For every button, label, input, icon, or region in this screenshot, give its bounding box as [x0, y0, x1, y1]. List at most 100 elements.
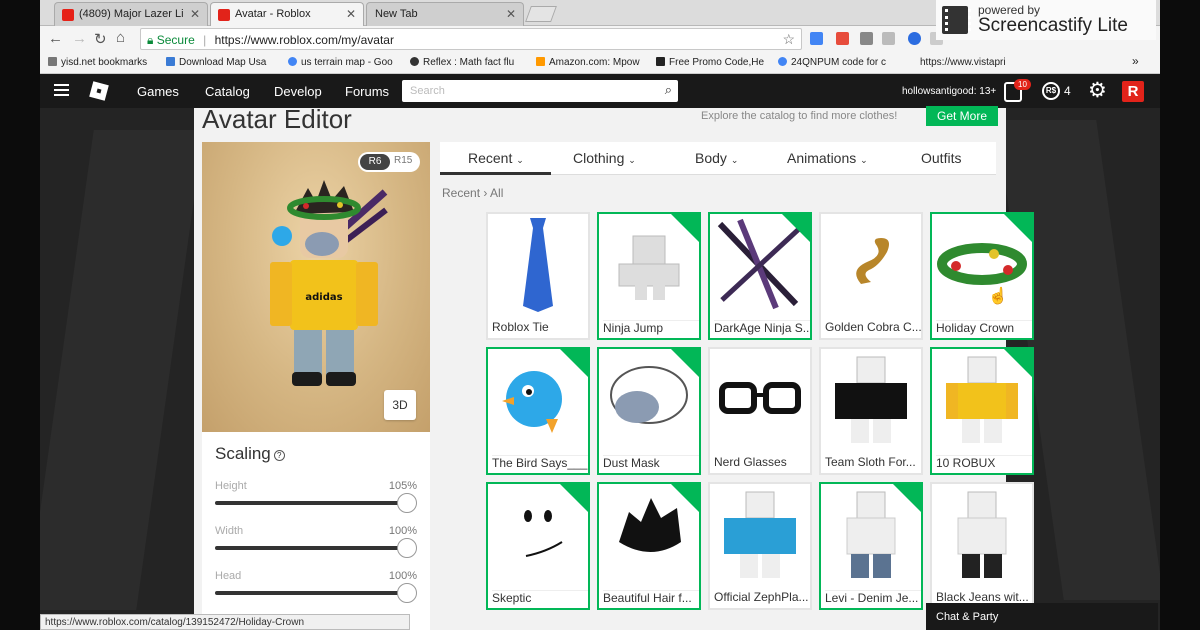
tab-roblox-avatar[interactable]: Avatar - Roblox ✕: [210, 2, 364, 26]
bookmark-link[interactable]: https://www.vistapri: [920, 57, 1032, 68]
get-more-button[interactable]: Get More: [926, 106, 998, 126]
catalog-tabs: Recent ⌄ Clothing ⌄ Body ⌄ Animations ⌄ …: [440, 142, 996, 175]
avatar-right-shoe: [326, 372, 356, 386]
messages-badge: 10: [1014, 79, 1031, 90]
item-card[interactable]: Nerd Glasses: [708, 347, 812, 475]
bookmark-link[interactable]: Amazon.com: Mpow: [536, 57, 646, 68]
reload-icon[interactable]: ↻: [94, 30, 107, 48]
item-card[interactable]: Levi - Denim Je...: [819, 482, 923, 610]
tab-title: (4809) Major Lazer Li: [79, 8, 184, 20]
view-3d-button[interactable]: 3D: [384, 390, 416, 420]
chevron-down-icon: ⌄: [516, 155, 524, 165]
nav-games[interactable]: Games: [137, 84, 179, 99]
back-arrow-icon[interactable]: ←: [48, 30, 63, 47]
bookmark-link[interactable]: Reflex : Math fact flu: [410, 57, 522, 68]
item-card[interactable]: Roblox Tie: [486, 212, 590, 340]
help-icon[interactable]: ?: [273, 450, 285, 461]
search-icon[interactable]: ⌕: [665, 82, 672, 98]
bookmark-link[interactable]: Free Promo Code,He: [656, 57, 768, 68]
item-card[interactable]: Ninja Jump: [597, 212, 701, 340]
separator: |: [203, 33, 207, 47]
tab-outfits[interactable]: Outfits: [921, 150, 961, 166]
bookmarks-overflow[interactable]: »: [1132, 54, 1139, 68]
close-icon[interactable]: ✕: [190, 7, 200, 21]
username[interactable]: hollowsantigood: 13+: [902, 86, 996, 97]
tab-youtube[interactable]: (4809) Major Lazer Li ✕: [54, 2, 208, 26]
slider-handle[interactable]: [397, 583, 417, 603]
bookmark-folder[interactable]: yisd.net bookmarks: [48, 57, 160, 68]
robux-icon[interactable]: R$: [1042, 82, 1060, 100]
item-card[interactable]: Holiday Crown: [930, 212, 1034, 340]
slider-handle[interactable]: [397, 538, 417, 558]
item-thumbnail: [710, 484, 810, 584]
chat-party-bar[interactable]: Chat & Party: [926, 603, 1158, 630]
avatar-editor-page: Avatar Editor Explore the catalog to fin…: [194, 104, 1034, 630]
tab-new-tab[interactable]: New Tab ✕: [366, 2, 524, 26]
height-slider[interactable]: Height 105%: [215, 480, 417, 520]
shirt-logo: adidas: [305, 292, 342, 303]
width-slider[interactable]: Width 100%: [215, 525, 417, 565]
cast-extension-icon[interactable]: [860, 32, 873, 45]
avatar-figure: adidas: [270, 180, 388, 386]
item-card[interactable]: Black Jeans wit...: [930, 482, 1034, 610]
nav-forums[interactable]: Forums: [345, 84, 389, 99]
bookmark-link[interactable]: 24QNPUM code for c: [778, 57, 888, 68]
slider-track[interactable]: [215, 501, 405, 505]
chevron-down-icon: ⌄: [860, 155, 868, 165]
slider-track[interactable]: [215, 591, 405, 595]
chevron-down-icon: ⌄: [628, 155, 636, 165]
menu-icon[interactable]: [54, 84, 69, 96]
home-icon[interactable]: ⌂: [116, 29, 125, 46]
item-name: 10 ROBUX: [936, 455, 1032, 470]
tab-animations[interactable]: Animations ⌄: [787, 150, 868, 166]
item-card[interactable]: Beautiful Hair f...: [597, 482, 701, 610]
url-field[interactable]: 🔒︎ Secure | https://www.roblox.com/my/av…: [140, 28, 802, 50]
search-input[interactable]: Search ⌕: [402, 80, 678, 102]
item-card[interactable]: Dust Mask: [597, 347, 701, 475]
translate-extension-icon[interactable]: [810, 32, 823, 45]
close-icon[interactable]: ✕: [346, 7, 356, 21]
builders-club-icon[interactable]: R: [1122, 81, 1144, 102]
item-thumbnail: [599, 484, 699, 584]
new-tab-button[interactable]: [525, 6, 557, 22]
item-card[interactable]: The Bird Says___: [486, 347, 590, 475]
roblox-logo-icon[interactable]: [89, 81, 109, 101]
avatar-left-arm: [270, 262, 292, 326]
rig-toggle[interactable]: R6 R15: [358, 152, 420, 172]
tab-clothing[interactable]: Clothing ⌄: [573, 150, 636, 166]
breadcrumb-recent[interactable]: Recent: [442, 186, 480, 200]
coupon-extension-icon[interactable]: [836, 32, 849, 45]
item-name: Dust Mask: [603, 455, 699, 470]
item-card[interactable]: DarkAge Ninja S...: [708, 212, 812, 340]
item-name: The Bird Says___: [492, 455, 588, 470]
slider-handle[interactable]: [397, 493, 417, 513]
close-icon[interactable]: ✕: [506, 7, 516, 21]
tab-body[interactable]: Body ⌄: [695, 150, 738, 166]
promo-text: Explore the catalog to find more clothes…: [701, 110, 898, 122]
nav-catalog[interactable]: Catalog: [205, 84, 250, 99]
rig-r6-option[interactable]: R6: [360, 154, 390, 170]
dust-mask: [305, 232, 339, 256]
head-slider[interactable]: Head 100%: [215, 570, 417, 610]
nav-develop[interactable]: Develop: [274, 84, 322, 99]
item-card[interactable]: Official ZephPla...: [708, 482, 812, 610]
bookmark-link[interactable]: Download Map Usa: [166, 57, 278, 68]
tab-recent[interactable]: Recent ⌄: [468, 150, 524, 166]
bookmark-star-icon[interactable]: ☆: [782, 31, 795, 48]
item-card[interactable]: Golden Cobra C...: [819, 212, 923, 340]
extension-icon[interactable]: [882, 32, 895, 45]
gear-icon[interactable]: ⚙: [1088, 78, 1107, 103]
slider-track[interactable]: [215, 546, 405, 550]
item-card[interactable]: 10 ROBUX: [930, 347, 1034, 475]
item-name: Black Jeans wit...: [936, 590, 1029, 604]
forward-arrow-icon[interactable]: →: [72, 30, 87, 47]
screencastify-brand: Screencastify Lite: [978, 15, 1128, 36]
shield-extension-icon[interactable]: [908, 32, 921, 45]
rig-r15-option[interactable]: R15: [394, 155, 412, 166]
item-card[interactable]: Skeptic: [486, 482, 590, 610]
folder-icon: [48, 57, 57, 66]
active-tab-indicator: [440, 172, 551, 175]
item-card[interactable]: Team Sloth For...: [819, 347, 923, 475]
bookmark-link[interactable]: us terrain map - Goo: [288, 57, 398, 68]
item-name: Team Sloth For...: [825, 455, 916, 469]
